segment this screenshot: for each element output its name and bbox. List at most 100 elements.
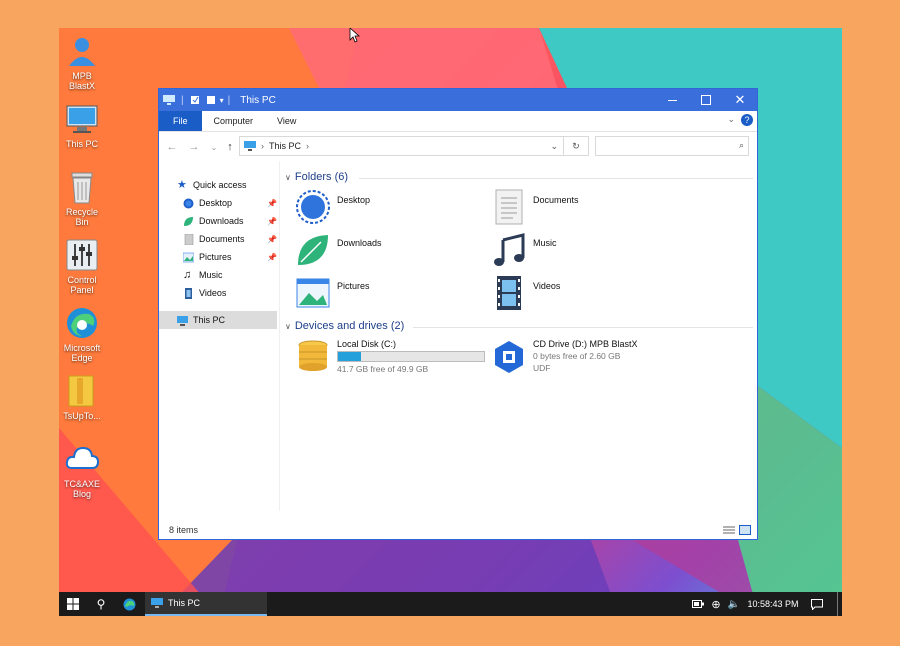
sidebar-item-downloads[interactable]: Downloads 📌 xyxy=(183,213,279,229)
control-panel-icon xyxy=(65,238,99,272)
start-button[interactable] xyxy=(59,592,87,616)
drive-name: CD Drive (D:) MPB BlastX xyxy=(533,339,638,349)
network-globe-icon[interactable]: ⊕ xyxy=(709,592,723,616)
disc-drive-icon xyxy=(495,341,523,373)
desktop-icon-tc-axe-blog[interactable]: TC&AXE Blog xyxy=(59,442,105,499)
section-divider xyxy=(359,178,753,179)
edge-icon xyxy=(65,306,99,340)
folder-music[interactable]: Music xyxy=(491,232,557,268)
desktop-icon-label: TsUpTo... xyxy=(63,411,101,421)
sidebar-item-pictures[interactable]: Pictures 📌 xyxy=(183,249,279,265)
help-icon[interactable]: ? xyxy=(741,114,753,126)
details-view-icon[interactable] xyxy=(723,525,735,535)
drive-filesystem: UDF xyxy=(533,363,551,373)
desktop-icon-label: Microsoft Edge xyxy=(63,343,101,363)
pin-icon[interactable]: 📌 xyxy=(267,199,277,208)
drive-cd-d[interactable]: CD Drive (D:) MPB BlastX 0 bytes free of… xyxy=(491,339,638,375)
search-icon[interactable]: ⌕ xyxy=(739,140,744,151)
back-arrow-icon[interactable]: ← xyxy=(165,141,179,153)
folder-desktop[interactable]: Desktop xyxy=(295,189,370,225)
folders-section-header[interactable]: ∨ Folders (6) xyxy=(285,171,755,183)
downloads-folder-icon xyxy=(184,216,193,226)
taskbar-edge-button[interactable] xyxy=(117,592,141,616)
breadcrumb-this-pc[interactable]: This PC xyxy=(269,141,301,151)
breadcrumb-chevron-icon[interactable]: › xyxy=(306,141,309,151)
sidebar-item-documents[interactable]: Documents 📌 xyxy=(183,231,279,247)
drive-name: Local Disk (C:) xyxy=(337,339,397,349)
refresh-button[interactable]: ↻ xyxy=(563,136,588,156)
film-strip-icon xyxy=(185,287,192,299)
folder-documents[interactable]: Documents xyxy=(491,189,579,225)
desktop-icon-recycle-bin[interactable]: Recycle Bin xyxy=(59,170,105,227)
title-bar[interactable]: | ▾ | This PC ✕ xyxy=(159,89,757,111)
forward-arrow-icon[interactable]: → xyxy=(187,141,201,153)
music-note-icon xyxy=(494,233,525,266)
properties-icon[interactable] xyxy=(190,95,200,105)
quick-access-toolbar-dropdown-icon[interactable]: ▾ xyxy=(220,96,224,105)
close-button[interactable]: ✕ xyxy=(723,89,757,111)
section-divider xyxy=(413,327,753,328)
drive-free-space: 41.7 GB free of 49.9 GB xyxy=(337,364,429,374)
desktop-icon-label: TC&AXE Blog xyxy=(63,479,100,499)
battery-icon[interactable] xyxy=(691,592,705,616)
collapse-chevron-icon[interactable]: ∨ xyxy=(285,322,291,331)
desktop-icon-this-pc[interactable]: This PC xyxy=(59,102,105,149)
drives-section-header[interactable]: ∨ Devices and drives (2) xyxy=(285,320,755,332)
desktop-icon-tsupto[interactable]: TsUpTo... xyxy=(59,374,105,421)
folder-videos[interactable]: Videos xyxy=(491,275,560,311)
desktop-folder-icon xyxy=(296,190,330,224)
clock[interactable]: 10:58:43 PM xyxy=(745,592,801,616)
computer-icon xyxy=(65,102,99,136)
hard-drive-icon xyxy=(298,340,328,371)
navigation-pane: ★ Quick access Desktop 📌 Downloads 📌 Doc… xyxy=(159,161,280,511)
notifications-icon[interactable] xyxy=(807,592,827,616)
desktop-icon-microsoft-edge[interactable]: Microsoft Edge xyxy=(59,306,105,363)
pin-icon[interactable]: 📌 xyxy=(267,235,277,244)
music-note-icon: ♫ xyxy=(183,268,192,281)
folder-downloads[interactable]: Downloads xyxy=(295,232,382,268)
search-input[interactable] xyxy=(600,137,724,155)
status-item-count: 8 items xyxy=(169,525,199,535)
drive-local-disk-c[interactable]: Local Disk (C:) 41.7 GB free of 49.9 GB xyxy=(295,339,485,375)
view-toggle-group xyxy=(723,525,751,535)
show-desktop-button[interactable] xyxy=(837,592,843,616)
address-bar[interactable]: › This PC › ⌄ ↻ xyxy=(239,136,589,156)
sidebar-item-this-pc[interactable]: This PC xyxy=(159,311,277,329)
desktop-icon-control-panel[interactable]: Control Panel xyxy=(59,238,105,295)
taskbar-search-button[interactable]: ⚲ xyxy=(89,592,113,616)
collapse-chevron-icon[interactable]: ∨ xyxy=(285,173,291,182)
downloads-folder-icon xyxy=(298,235,328,265)
tab-computer[interactable]: Computer xyxy=(202,111,266,131)
taskbar-app-label: This PC xyxy=(168,598,201,608)
tab-file[interactable]: File xyxy=(159,111,202,131)
sidebar-item-quick-access[interactable]: ★ Quick access xyxy=(177,177,247,193)
up-arrow-icon[interactable]: ↑ xyxy=(223,141,237,153)
desktop-icon-mpb-blastx[interactable]: MPB BlastX xyxy=(59,34,105,91)
drives-header-label: Devices and drives (2) xyxy=(294,320,405,332)
large-icons-view-icon[interactable] xyxy=(739,525,751,535)
desktop-icon-label: MPB BlastX xyxy=(68,71,95,91)
recent-locations-icon[interactable]: ⌄ xyxy=(207,143,221,152)
taskbar-this-pc-button[interactable]: This PC xyxy=(145,592,267,616)
sidebar-item-music[interactable]: ♫ Music xyxy=(183,267,223,283)
mouse-cursor-icon xyxy=(349,28,361,43)
new-folder-icon[interactable] xyxy=(206,95,216,105)
tab-view[interactable]: View xyxy=(265,111,308,131)
pin-icon[interactable]: 📌 xyxy=(267,253,277,262)
computer-icon xyxy=(177,315,188,326)
folder-label: Music xyxy=(533,238,557,248)
sidebar-item-label: Downloads xyxy=(199,216,244,226)
folder-pictures[interactable]: Pictures xyxy=(295,275,370,311)
sidebar-item-videos[interactable]: Videos xyxy=(183,285,226,301)
sidebar-item-label: Music xyxy=(199,270,223,280)
minimize-button[interactable] xyxy=(655,89,689,111)
breadcrumb-chevron-icon[interactable]: › xyxy=(261,141,264,151)
desktop-icon-label: Recycle Bin xyxy=(65,207,98,227)
maximize-button[interactable] xyxy=(689,89,723,111)
pin-icon[interactable]: 📌 xyxy=(267,217,277,226)
address-dropdown-icon[interactable]: ⌄ xyxy=(550,141,558,152)
search-box[interactable]: ⌕ xyxy=(595,136,749,156)
sidebar-item-desktop[interactable]: Desktop 📌 xyxy=(183,195,279,211)
volume-icon[interactable]: 🔈 xyxy=(727,592,741,616)
expand-ribbon-icon[interactable]: ⌄ xyxy=(727,114,735,125)
